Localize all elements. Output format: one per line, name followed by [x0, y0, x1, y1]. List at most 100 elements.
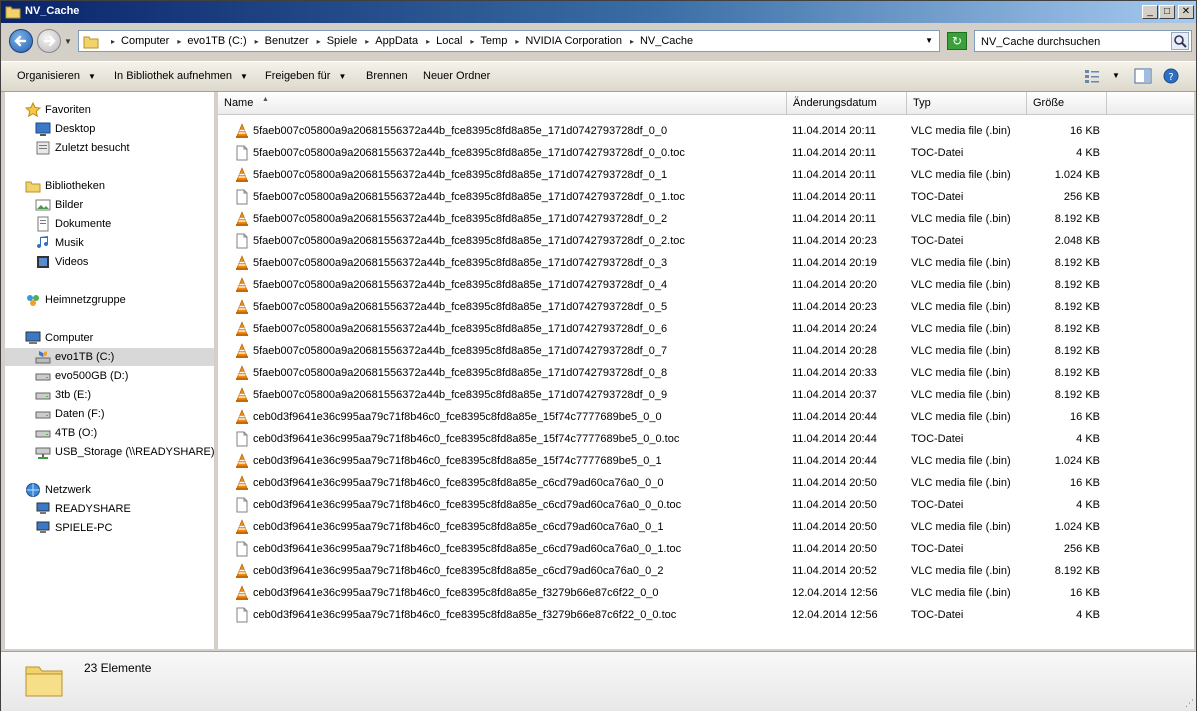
folder-icon: [83, 36, 99, 49]
breadcrumb-item[interactable]: Temp: [480, 35, 507, 47]
nav-drive-e[interactable]: 3tb (E:): [5, 386, 214, 404]
breadcrumb-item[interactable]: NVIDIA Corporation: [525, 35, 622, 47]
table-row[interactable]: 5faeb007c05800a9a20681556372a44b_fce8395…: [218, 275, 1194, 297]
nav-drive-d[interactable]: evo500GB (D:): [5, 367, 214, 385]
nav-network-readyshare[interactable]: READYSHARE: [5, 500, 214, 518]
table-row[interactable]: ceb0d3f9641e36c995aa79c71f8b46c0_fce8395…: [218, 605, 1194, 627]
nav-videos[interactable]: Videos: [5, 253, 214, 271]
address-bar[interactable]: ▸ Computer ▸ evo1TB (C:) ▸ Benutzer ▸ Spiele ▸ Ap…: [78, 30, 940, 52]
file-name: ceb0d3f9641e36c995aa79c71f8b46c0_fce8395…: [253, 411, 662, 423]
table-row[interactable]: ceb0d3f9641e36c995aa79c71f8b46c0_fce8395…: [218, 539, 1194, 561]
chevron-down-icon[interactable]: ▼: [925, 36, 933, 45]
new-folder-button[interactable]: Neuer Ordner: [423, 70, 490, 82]
nav-drive-f[interactable]: Daten (F:): [5, 405, 214, 423]
column-header-type[interactable]: Typ: [907, 92, 1027, 114]
help-icon[interactable]: ?: [1162, 68, 1180, 84]
view-dropdown-icon[interactable]: ▼: [1112, 71, 1120, 80]
column-header-size[interactable]: Größe: [1027, 92, 1107, 114]
history-dropdown-icon[interactable]: ▼: [64, 37, 72, 46]
title-bar[interactable]: NV_Cache _ □ ✕: [1, 1, 1196, 23]
search-box[interactable]: [974, 30, 1192, 52]
column-header-name[interactable]: Name ▲: [218, 92, 787, 114]
close-button[interactable]: ✕: [1178, 5, 1194, 19]
table-row[interactable]: 5faeb007c05800a9a20681556372a44b_fce8395…: [218, 165, 1194, 187]
breadcrumb-item[interactable]: Spiele: [327, 35, 358, 47]
item-count: 23 Elemente: [84, 661, 152, 675]
breadcrumb-separator-icon[interactable]: ▸: [515, 37, 519, 46]
nav-documents[interactable]: Dokumente: [5, 215, 214, 233]
preview-pane-icon[interactable]: [1134, 68, 1152, 84]
vlc-cone-icon: [236, 453, 248, 468]
table-row[interactable]: ceb0d3f9641e36c995aa79c71f8b46c0_fce8395…: [218, 583, 1194, 605]
breadcrumb-item[interactable]: Benutzer: [265, 35, 309, 47]
breadcrumb-separator-icon[interactable]: ▸: [255, 37, 259, 46]
nav-libraries[interactable]: Bibliotheken: [5, 177, 214, 195]
nav-drive-c[interactable]: evo1TB (C:): [5, 348, 214, 366]
table-row[interactable]: 5faeb007c05800a9a20681556372a44b_fce8395…: [218, 187, 1194, 209]
breadcrumb-item[interactable]: AppData: [375, 35, 418, 47]
table-row[interactable]: 5faeb007c05800a9a20681556372a44b_fce8395…: [218, 231, 1194, 253]
search-button[interactable]: [1171, 32, 1189, 50]
view-options-icon[interactable]: [1083, 68, 1101, 84]
breadcrumb-separator-icon[interactable]: ▸: [630, 37, 634, 46]
table-row[interactable]: 5faeb007c05800a9a20681556372a44b_fce8395…: [218, 253, 1194, 275]
table-row[interactable]: 5faeb007c05800a9a20681556372a44b_fce8395…: [218, 363, 1194, 385]
nav-drive-z[interactable]: USB_Storage (\\READYSHARE) (Z: [5, 443, 228, 461]
file-type: TOC-Datei: [911, 191, 964, 203]
table-row[interactable]: ceb0d3f9641e36c995aa79c71f8b46c0_fce8395…: [218, 561, 1194, 583]
file-type: VLC media file (.bin): [911, 345, 1011, 357]
resize-grip-icon[interactable]: ⋰: [1185, 698, 1194, 709]
breadcrumb-separator-icon[interactable]: ▸: [470, 37, 474, 46]
nav-recent[interactable]: Zuletzt besucht: [5, 139, 214, 157]
nav-network-spiele-pc[interactable]: SPIELE-PC: [5, 519, 214, 537]
vlc-cone-icon: [236, 277, 248, 292]
minimize-button[interactable]: _: [1142, 5, 1158, 19]
breadcrumb-item[interactable]: NV_Cache: [640, 35, 693, 47]
burn-button[interactable]: Brennen: [366, 70, 408, 82]
table-row[interactable]: 5faeb007c05800a9a20681556372a44b_fce8395…: [218, 341, 1194, 363]
table-row[interactable]: ceb0d3f9641e36c995aa79c71f8b46c0_fce8395…: [218, 517, 1194, 539]
table-row[interactable]: 5faeb007c05800a9a20681556372a44b_fce8395…: [218, 209, 1194, 231]
share-with-menu[interactable]: Freigeben für ▼: [265, 70, 346, 82]
file-name: 5faeb007c05800a9a20681556372a44b_fce8395…: [253, 367, 668, 379]
nav-pictures[interactable]: Bilder: [5, 196, 214, 214]
back-button[interactable]: [9, 29, 33, 53]
nav-drive-o[interactable]: 4TB (O:): [5, 424, 214, 442]
breadcrumb-separator-icon[interactable]: ▸: [365, 37, 369, 46]
nav-homegroup[interactable]: Heimnetzgruppe: [5, 291, 214, 309]
breadcrumb-separator-icon[interactable]: ▸: [111, 37, 115, 46]
table-row[interactable]: ceb0d3f9641e36c995aa79c71f8b46c0_fce8395…: [218, 495, 1194, 517]
breadcrumb-separator-icon[interactable]: ▸: [177, 37, 181, 46]
nav-desktop[interactable]: Desktop: [5, 120, 214, 138]
breadcrumb-item[interactable]: evo1TB (C:): [187, 35, 246, 47]
nav-network[interactable]: Netzwerk: [5, 481, 214, 499]
organize-menu[interactable]: Organisieren ▼: [17, 70, 96, 82]
nav-computer[interactable]: Computer: [5, 329, 214, 347]
table-row[interactable]: 5faeb007c05800a9a20681556372a44b_fce8395…: [218, 385, 1194, 407]
include-in-library-menu[interactable]: In Bibliothek aufnehmen ▼: [114, 70, 248, 82]
search-input[interactable]: [975, 31, 1169, 51]
forward-button[interactable]: [37, 29, 61, 53]
table-row[interactable]: ceb0d3f9641e36c995aa79c71f8b46c0_fce8395…: [218, 429, 1194, 451]
file-size: 2.048 KB: [1054, 235, 1100, 247]
breadcrumb-item[interactable]: Computer: [121, 35, 169, 47]
table-row[interactable]: ceb0d3f9641e36c995aa79c71f8b46c0_fce8395…: [218, 451, 1194, 473]
nav-music[interactable]: Musik: [5, 234, 214, 252]
table-row[interactable]: 5faeb007c05800a9a20681556372a44b_fce8395…: [218, 319, 1194, 341]
table-row[interactable]: 5faeb007c05800a9a20681556372a44b_fce8395…: [218, 143, 1194, 165]
desktop-icon: [35, 122, 51, 136]
file-date: 11.04.2014 20:11: [792, 147, 877, 159]
nav-favorites[interactable]: Favoriten: [5, 101, 214, 119]
file-name: 5faeb007c05800a9a20681556372a44b_fce8395…: [253, 345, 668, 357]
maximize-button[interactable]: □: [1159, 5, 1175, 19]
table-row[interactable]: ceb0d3f9641e36c995aa79c71f8b46c0_fce8395…: [218, 407, 1194, 429]
table-row[interactable]: ceb0d3f9641e36c995aa79c71f8b46c0_fce8395…: [218, 473, 1194, 495]
column-header-date[interactable]: Änderungsdatum: [787, 92, 907, 114]
breadcrumb-separator-icon[interactable]: ▸: [426, 37, 430, 46]
breadcrumb-item[interactable]: Local: [436, 35, 462, 47]
table-row[interactable]: 5faeb007c05800a9a20681556372a44b_fce8395…: [218, 297, 1194, 319]
file-name: ceb0d3f9641e36c995aa79c71f8b46c0_fce8395…: [253, 587, 659, 599]
refresh-button[interactable]: ↻: [947, 32, 967, 50]
breadcrumb-separator-icon[interactable]: ▸: [317, 37, 321, 46]
table-row[interactable]: 5faeb007c05800a9a20681556372a44b_fce8395…: [218, 121, 1194, 143]
